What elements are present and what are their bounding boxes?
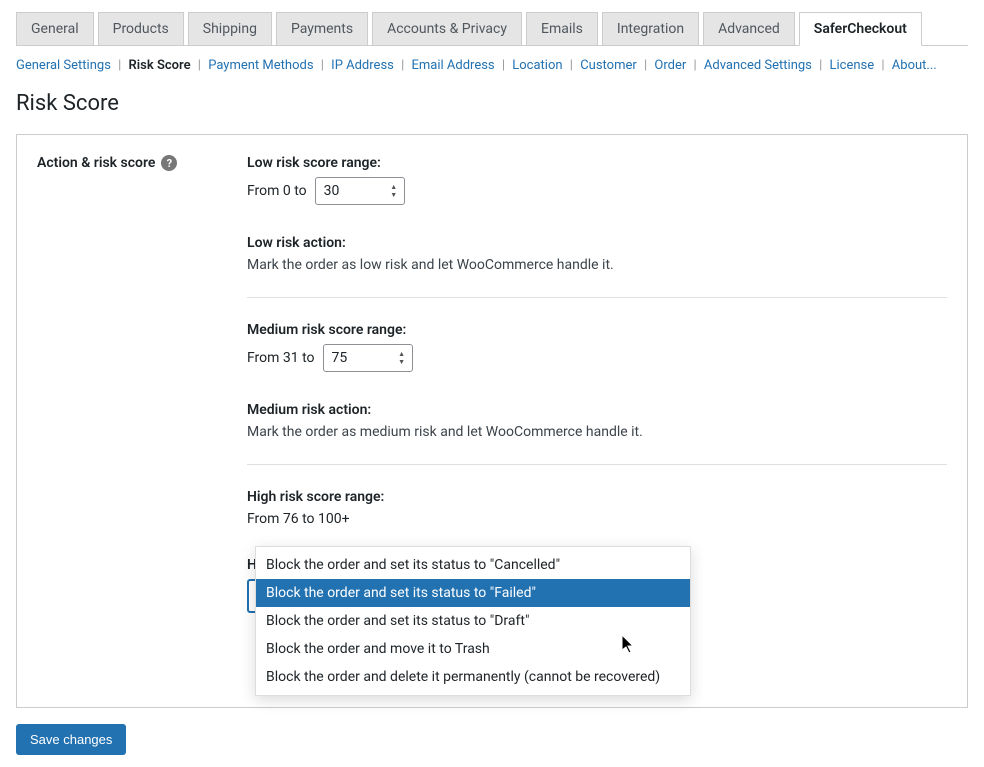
low-risk-section: Low risk score range: From 0 to 30 ▲▼ Lo… [247, 155, 947, 297]
page-title: Risk Score [16, 91, 968, 116]
low-range-label: Low risk score range: [247, 155, 947, 171]
help-icon[interactable]: ? [161, 155, 177, 171]
subnav-license[interactable]: License [830, 58, 875, 73]
sub-navigation: General Settings | Risk Score | Payment … [16, 58, 968, 73]
tab-safercheckout[interactable]: SaferCheckout [799, 12, 922, 46]
high-range-text: From 76 to 100+ [247, 511, 947, 527]
main-tabs: GeneralProductsShippingPaymentsAccounts … [16, 12, 968, 46]
high-range-label: High risk score range: [247, 489, 947, 505]
subnav-advanced-settings[interactable]: Advanced Settings [704, 58, 812, 73]
subnav-risk-score: Risk Score [129, 58, 191, 73]
subnav-location[interactable]: Location [512, 58, 562, 73]
low-action-label: Low risk action: [247, 235, 947, 251]
dropdown-option[interactable]: Block the order and set its status to "D… [256, 607, 690, 635]
subnav-ip-address[interactable]: IP Address [331, 58, 394, 73]
tab-general[interactable]: General [16, 12, 94, 45]
tab-accounts-privacy[interactable]: Accounts & Privacy [372, 12, 522, 45]
high-action-dropdown: Block the order and set its status to "C… [255, 546, 691, 696]
tab-products[interactable]: Products [98, 12, 184, 45]
spinner-icon[interactable]: ▲▼ [387, 181, 401, 201]
medium-range-input[interactable]: 75 ▲▼ [323, 344, 413, 372]
subnav-customer[interactable]: Customer [580, 58, 637, 73]
dropdown-option[interactable]: Block the order and set its status to "F… [256, 579, 690, 607]
medium-from-text: From 31 to [247, 350, 315, 366]
save-button[interactable]: Save changes [16, 724, 126, 755]
dropdown-option[interactable]: Block the order and set its status to "C… [256, 551, 690, 579]
spinner-icon[interactable]: ▲▼ [395, 348, 409, 368]
dropdown-option[interactable]: Block the order and delete it permanentl… [256, 663, 690, 691]
subnav-general-settings[interactable]: General Settings [16, 58, 111, 73]
tab-shipping[interactable]: Shipping [188, 12, 272, 45]
low-from-text: From 0 to [247, 183, 307, 199]
dropdown-option[interactable]: Block the order and move it to Trash [256, 635, 690, 663]
medium-action-label: Medium risk action: [247, 402, 947, 418]
medium-action-desc: Mark the order as medium risk and let Wo… [247, 424, 947, 440]
low-range-input[interactable]: 30 ▲▼ [315, 177, 405, 205]
tab-emails[interactable]: Emails [526, 12, 598, 45]
tab-integration[interactable]: Integration [602, 12, 699, 45]
tab-payments[interactable]: Payments [276, 12, 368, 45]
subnav-payment-methods[interactable]: Payment Methods [208, 58, 313, 73]
subnav-about-[interactable]: About... [892, 58, 937, 73]
subnav-order[interactable]: Order [654, 58, 686, 73]
medium-range-label: Medium risk score range: [247, 322, 947, 338]
tab-advanced[interactable]: Advanced [703, 12, 795, 45]
medium-risk-section: Medium risk score range: From 31 to 75 ▲… [247, 297, 947, 464]
field-label: Action & risk score ? [37, 155, 247, 171]
low-action-desc: Mark the order as low risk and let WooCo… [247, 257, 947, 273]
subnav-email-address[interactable]: Email Address [411, 58, 494, 73]
